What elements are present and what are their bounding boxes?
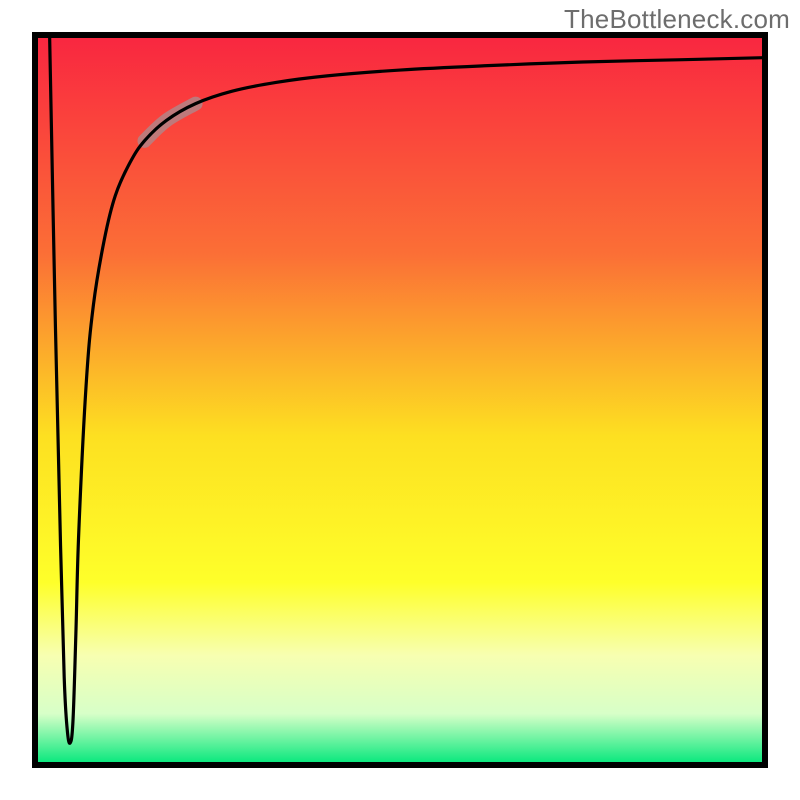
chart-svg: [0, 0, 800, 800]
chart-stage: TheBottleneck.com: [0, 0, 800, 800]
watermark-text: TheBottleneck.com: [564, 4, 790, 35]
